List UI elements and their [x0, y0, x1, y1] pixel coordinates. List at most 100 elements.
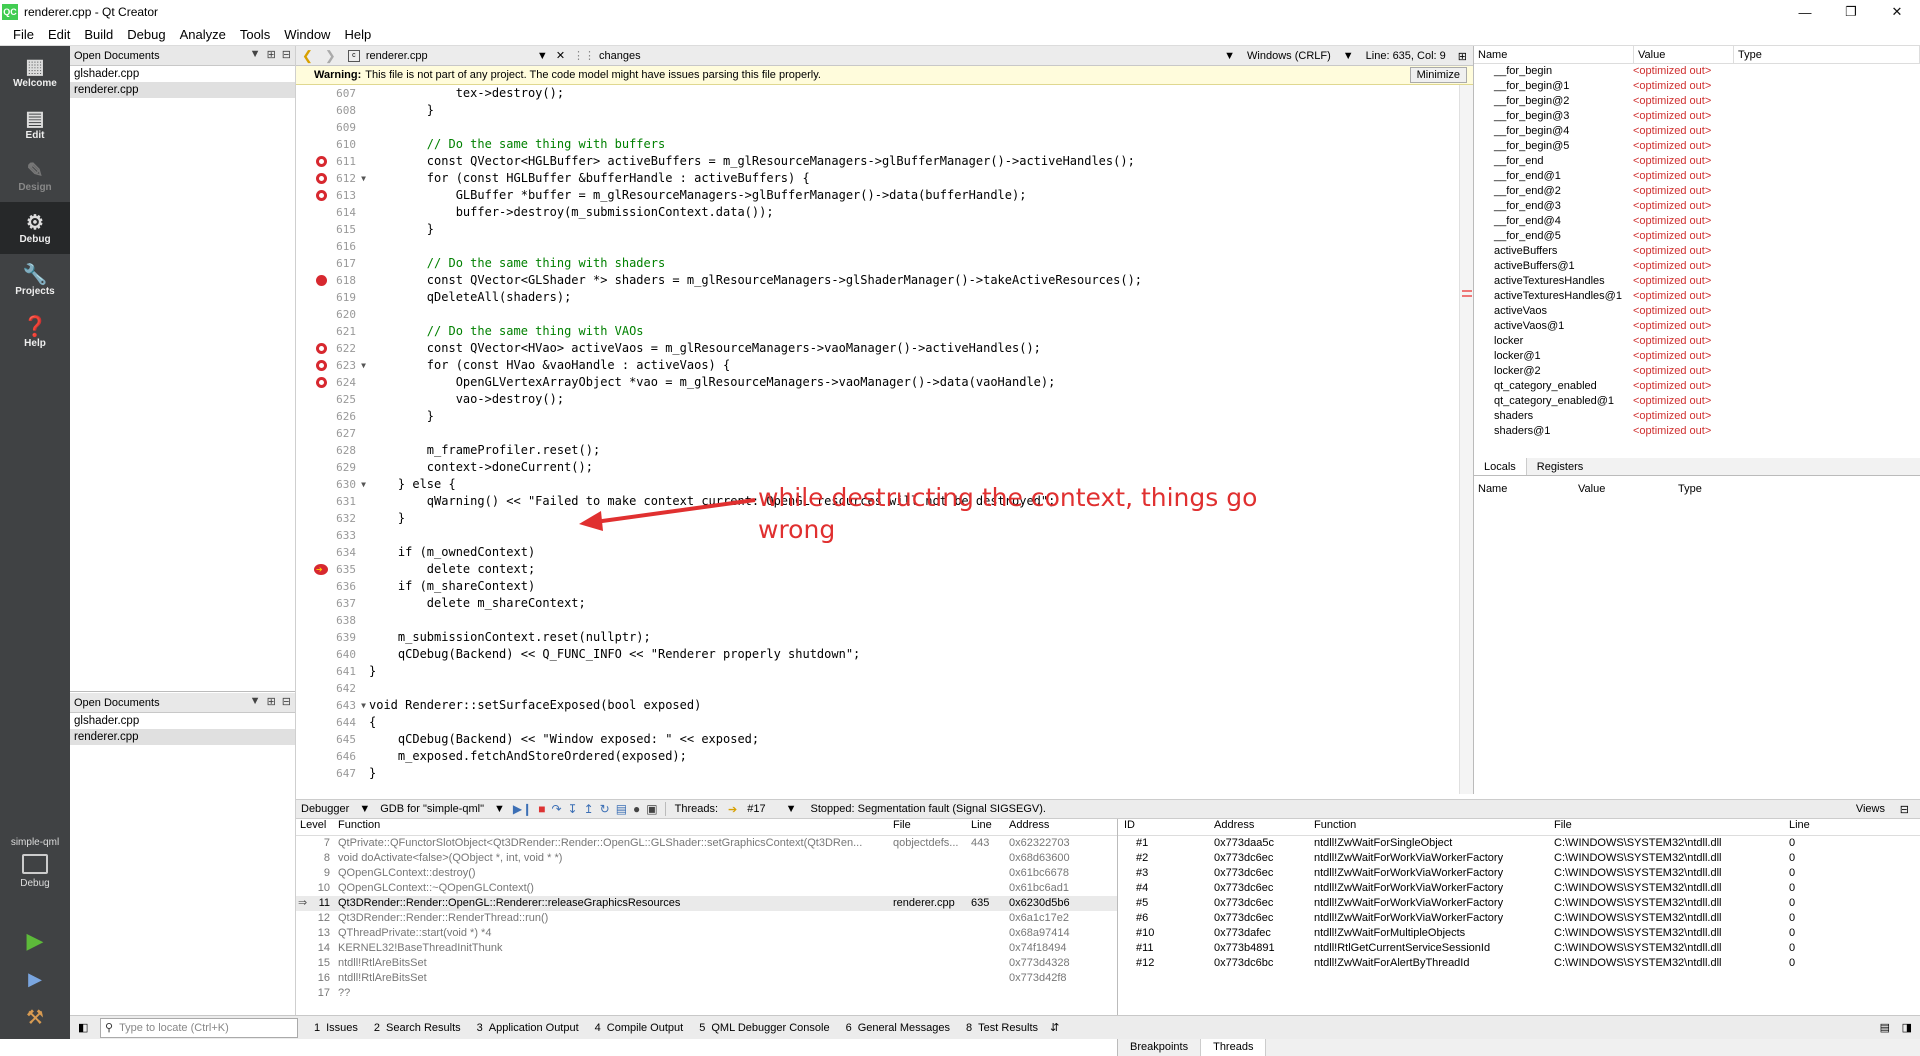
local-variable-row[interactable]: __for_end@3<optimized out>: [1474, 199, 1920, 214]
code-line[interactable]: 634 if (m_ownedContext): [296, 544, 1459, 561]
stack-frame-row[interactable]: 16ntdll!RtlAreBitsSet0x773d42f8: [296, 971, 1117, 986]
column-header-name[interactable]: Name: [1474, 46, 1634, 63]
code-line[interactable]: 639 m_submissionContext.reset(nullptr);: [296, 629, 1459, 646]
breakpoint-icon[interactable]: [316, 360, 327, 371]
stack-frame-row[interactable]: 8void doActivate<false>(QObject *, int, …: [296, 851, 1117, 866]
start-debugging-button[interactable]: ▶: [20, 965, 50, 993]
symbol-selector[interactable]: changes: [599, 50, 641, 62]
gutter[interactable]: 609: [296, 119, 364, 136]
mode-welcome[interactable]: ▦ Welcome: [0, 46, 70, 98]
gutter[interactable]: 643▼: [296, 697, 364, 714]
step-into-icon[interactable]: ↧: [565, 802, 581, 816]
file-selector[interactable]: c renderer.cpp ▼: [348, 50, 548, 62]
snapshot-icon[interactable]: ▣: [643, 802, 660, 816]
tab-breakpoints[interactable]: Breakpoints: [1118, 1038, 1200, 1056]
gutter[interactable]: 645: [296, 731, 364, 748]
breakpoint-icon[interactable]: [316, 156, 327, 167]
code-line[interactable]: 620: [296, 306, 1459, 323]
code-line[interactable]: 643▼void Renderer::setSurfaceExposed(boo…: [296, 697, 1459, 714]
open-document-item[interactable]: renderer.cpp: [70, 82, 295, 98]
code-line[interactable]: 638: [296, 612, 1459, 629]
thread-row[interactable]: #40x773dc6ecntdll!ZwWaitForWorkViaWorker…: [1118, 881, 1920, 896]
gutter[interactable]: 624: [296, 374, 364, 391]
gutter[interactable]: 647: [296, 765, 364, 782]
code-line[interactable]: 642: [296, 680, 1459, 697]
thread-row[interactable]: #120x773dc6bcntdll!ZwWaitForAlertByThrea…: [1118, 956, 1920, 971]
local-variable-row[interactable]: activeBuffers@1<optimized out>: [1474, 259, 1920, 274]
code-line[interactable]: 635 delete context;: [296, 561, 1459, 578]
gutter[interactable]: 625: [296, 391, 364, 408]
local-variable-row[interactable]: activeTexturesHandles<optimized out>: [1474, 274, 1920, 289]
stack-frame-row[interactable]: 10QOpenGLContext::~QOpenGLContext()0x61b…: [296, 881, 1117, 896]
code-line[interactable]: 624 OpenGLVertexArrayObject *vao = m_glR…: [296, 374, 1459, 391]
column-header-function[interactable]: Function: [1314, 819, 1554, 835]
local-variable-row[interactable]: locker@2<optimized out>: [1474, 364, 1920, 379]
close-file-icon[interactable]: ✕: [556, 49, 565, 62]
fold-marker-icon[interactable]: ▼: [361, 357, 366, 374]
open-document-item[interactable]: glshader.cpp: [70, 713, 295, 729]
stack-frame-row[interactable]: 13QThreadPrivate::start(void *) *40x68a9…: [296, 926, 1117, 941]
split-pane-icon[interactable]: ⊟: [1895, 803, 1914, 816]
gutter[interactable]: 642: [296, 680, 364, 697]
gutter[interactable]: 622: [296, 340, 364, 357]
mode-design[interactable]: ✎ Design: [0, 150, 70, 202]
cursor-position[interactable]: Line: 635, Col: 9: [1360, 50, 1452, 62]
views-button[interactable]: Views: [1851, 803, 1890, 815]
gutter[interactable]: 635: [296, 561, 364, 578]
step-over-icon[interactable]: ↷: [548, 802, 564, 816]
code-line[interactable]: 646 m_exposed.fetchAndStoreOrdered(expos…: [296, 748, 1459, 765]
column-header-line[interactable]: Line: [967, 819, 1005, 835]
local-variable-row[interactable]: __for_begin@1<optimized out>: [1474, 79, 1920, 94]
breakpoint-icon[interactable]: [316, 190, 327, 201]
forward-arrow-icon[interactable]: ❯: [325, 48, 336, 64]
code-line[interactable]: 647}: [296, 765, 1459, 782]
code-line[interactable]: 637 delete m_shareContext;: [296, 595, 1459, 612]
column-header-line[interactable]: Line: [1789, 819, 1889, 835]
locator-input[interactable]: ⚲ Type to locate (Ctrl+K): [100, 1018, 298, 1038]
local-variable-row[interactable]: __for_begin@3<optimized out>: [1474, 109, 1920, 124]
local-variable-row[interactable]: qt_category_enabled<optimized out>: [1474, 379, 1920, 394]
code-line[interactable]: 622 const QVector<HVao> activeVaos = m_g…: [296, 340, 1459, 357]
gutter[interactable]: 611: [296, 153, 364, 170]
open-document-item[interactable]: renderer.cpp: [70, 729, 295, 745]
gutter[interactable]: 623▼: [296, 357, 364, 374]
menu-help[interactable]: Help: [337, 27, 378, 42]
output-pane-tab[interactable]: 8Test Results: [958, 1022, 1046, 1034]
gutter[interactable]: 616: [296, 238, 364, 255]
menu-build[interactable]: Build: [77, 27, 120, 42]
code-line[interactable]: 612▼ for (const HGLBuffer &bufferHandle …: [296, 170, 1459, 187]
output-pane-tab[interactable]: 4Compile Output: [587, 1022, 692, 1034]
chevron-down-icon[interactable]: ▼: [489, 803, 510, 815]
output-pane-tab[interactable]: 6General Messages: [838, 1022, 958, 1034]
column-header-id[interactable]: ID: [1118, 819, 1214, 835]
run-button[interactable]: ▶: [20, 927, 50, 955]
continue-icon[interactable]: ▶❙: [510, 802, 535, 816]
kit-selector[interactable]: simple-qml Debug: [0, 837, 70, 889]
gutter[interactable]: 634: [296, 544, 364, 561]
maximize-window-button[interactable]: ❐: [1828, 0, 1874, 24]
code-line[interactable]: 640 qCDebug(Backend) << Q_FUNC_INFO << "…: [296, 646, 1459, 663]
menu-file[interactable]: File: [6, 27, 41, 42]
thread-row[interactable]: #20x773dc6ecntdll!ZwWaitForWorkViaWorker…: [1118, 851, 1920, 866]
stop-debugger-icon[interactable]: ■: [535, 802, 548, 816]
gutter[interactable]: 632: [296, 510, 364, 527]
tab-threads[interactable]: Threads: [1200, 1038, 1266, 1056]
column-header-file[interactable]: File: [889, 819, 967, 835]
column-header-value[interactable]: Value: [1574, 480, 1674, 498]
open-document-item[interactable]: glshader.cpp: [70, 66, 295, 82]
restart-icon[interactable]: ↻: [597, 802, 613, 816]
code-line[interactable]: 628 m_frameProfiler.reset();: [296, 442, 1459, 459]
thread-row[interactable]: #60x773dc6ecntdll!ZwWaitForWorkViaWorker…: [1118, 911, 1920, 926]
local-variable-row[interactable]: locker<optimized out>: [1474, 334, 1920, 349]
fold-marker-icon[interactable]: ▼: [361, 170, 366, 187]
split-editor-icon[interactable]: ⊞: [1452, 50, 1473, 63]
code-line[interactable]: 607 tex->destroy();: [296, 85, 1459, 102]
column-header-level[interactable]: Level: [296, 819, 334, 835]
code-line[interactable]: 608 }: [296, 102, 1459, 119]
local-variable-row[interactable]: __for_begin@5<optimized out>: [1474, 139, 1920, 154]
editor-scrollbar[interactable]: [1459, 85, 1473, 794]
gutter[interactable]: 626: [296, 408, 364, 425]
breakpoint-icon[interactable]: [316, 275, 327, 286]
local-variable-row[interactable]: __for_begin@4<optimized out>: [1474, 124, 1920, 139]
column-header-address[interactable]: Address: [1005, 819, 1085, 835]
